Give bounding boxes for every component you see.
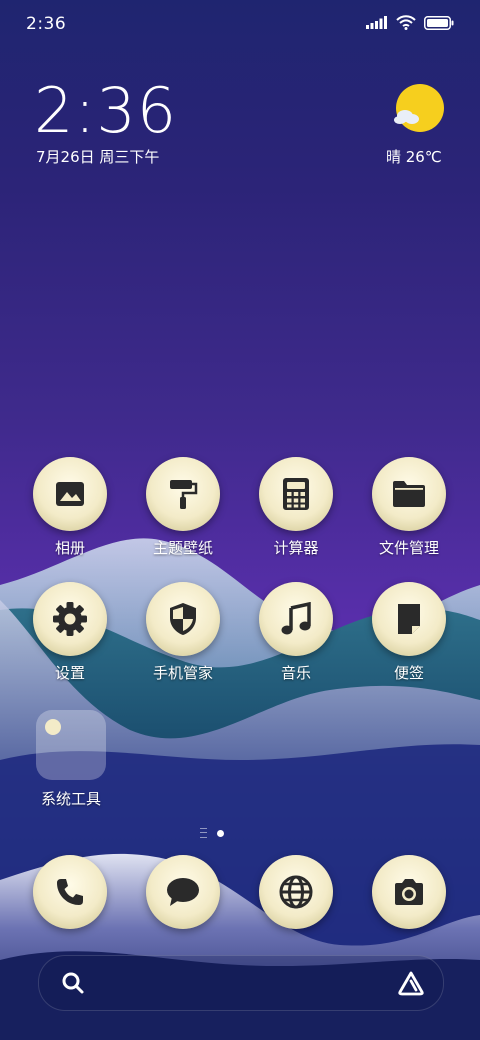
app-label: 相册 xyxy=(54,539,85,557)
sun-cloud-icon[interactable] xyxy=(390,84,446,136)
paint-roller-icon xyxy=(146,457,220,531)
dock-browser[interactable] xyxy=(246,855,346,929)
app-label: 便签 xyxy=(393,664,424,682)
dock-camera[interactable] xyxy=(359,855,459,929)
app-label: 设置 xyxy=(54,664,85,682)
app-label: 计算器 xyxy=(273,539,319,557)
status-icons xyxy=(366,15,454,30)
folder-mini-app-icon xyxy=(45,719,61,735)
folder-system-tools[interactable] xyxy=(36,710,106,780)
battery-icon xyxy=(424,15,454,30)
search-input[interactable] xyxy=(99,970,403,998)
chat-bubble-icon xyxy=(146,855,220,929)
folder-icon xyxy=(372,457,446,531)
status-time: 2:36 xyxy=(26,14,67,34)
music-note-icon xyxy=(259,582,333,656)
page-list-icon xyxy=(200,828,207,838)
gear-icon xyxy=(33,582,107,656)
dock-messages[interactable] xyxy=(133,855,233,929)
camera-icon xyxy=(372,855,446,929)
app-notes[interactable]: 便签 xyxy=(359,582,459,683)
app-file-manager[interactable]: 文件管理 xyxy=(359,457,459,558)
app-calculator[interactable]: 计算器 xyxy=(246,457,346,558)
app-security[interactable]: 手机管家 xyxy=(133,582,233,683)
app-label: 文件管理 xyxy=(378,539,439,557)
clock-date: 7月26日 周三下午 xyxy=(36,148,160,166)
search-bar[interactable] xyxy=(38,955,444,1011)
globe-icon xyxy=(259,855,333,929)
clock-time[interactable]: 2:36 xyxy=(34,74,177,147)
wifi-icon xyxy=(396,15,416,30)
folder-label: 系统工具 xyxy=(40,790,101,808)
app-music[interactable]: 音乐 xyxy=(246,582,346,683)
app-gallery[interactable]: 相册 xyxy=(20,457,120,558)
page-dot-active xyxy=(217,829,224,837)
signal-icon xyxy=(366,16,387,29)
status-bar: 2:36 xyxy=(0,0,480,50)
app-settings[interactable]: 设置 xyxy=(20,582,120,683)
shield-icon xyxy=(146,582,220,656)
app-themes[interactable]: 主题壁纸 xyxy=(133,457,233,558)
phone-icon xyxy=(33,855,107,929)
search-icon[interactable] xyxy=(61,971,85,995)
app-label: 手机管家 xyxy=(152,664,213,682)
app-label: 主题壁纸 xyxy=(152,539,213,557)
weather-text[interactable]: 晴 26℃ xyxy=(386,146,442,167)
app-label: 音乐 xyxy=(280,664,311,682)
dock-phone[interactable] xyxy=(20,855,120,929)
note-icon xyxy=(372,582,446,656)
calculator-icon xyxy=(259,457,333,531)
page-indicator[interactable] xyxy=(200,828,224,838)
gallery-icon xyxy=(33,457,107,531)
assistant-icon[interactable] xyxy=(397,970,425,996)
